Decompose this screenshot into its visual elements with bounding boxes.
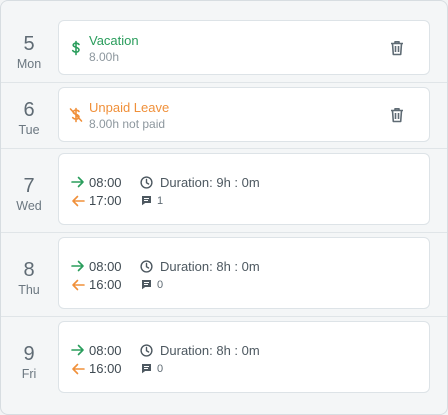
arrow-right-icon xyxy=(71,176,85,188)
arrow-right-icon xyxy=(71,260,85,272)
day-number: 6 xyxy=(23,99,35,121)
date-cell: 8 Thu xyxy=(1,259,57,298)
day-number: 9 xyxy=(23,343,35,365)
clock-in-time: 08:00 xyxy=(89,259,122,274)
arrow-left-icon xyxy=(71,363,85,375)
day-row-wed: 7 Wed 08:00 17:00 Duration: 9h : 0m 1 xyxy=(1,149,447,233)
comment-count: 0 xyxy=(157,279,164,291)
absence-card[interactable]: Vacation 8.00h xyxy=(58,20,430,75)
trash-icon[interactable] xyxy=(390,40,404,56)
date-cell: 5 Mon xyxy=(1,33,57,72)
trash-icon[interactable] xyxy=(390,107,404,123)
dollar-off-icon xyxy=(69,107,83,123)
duration-text: Duration: 9h : 0m xyxy=(160,175,260,190)
clock-icon xyxy=(140,260,153,273)
comment-count: 1 xyxy=(157,195,164,207)
arrow-left-icon xyxy=(71,195,85,207)
day-row-tue: 6 Tue Unpaid Leave 8.00h not paid xyxy=(1,83,447,149)
absence-label: Unpaid Leave xyxy=(89,100,170,115)
work-card[interactable]: 08:00 16:00 Duration: 8h : 0m 0 xyxy=(58,237,430,309)
comment-icon[interactable] xyxy=(141,279,152,290)
day-row-thu: 8 Thu 08:00 16:00 Duration: 8h : 0m 0 xyxy=(1,233,447,317)
clock-icon xyxy=(140,176,153,189)
day-name: Mon xyxy=(16,57,42,71)
comment-count: 0 xyxy=(157,363,164,375)
absence-card[interactable]: Unpaid Leave 8.00h not paid xyxy=(58,87,430,142)
day-row-mon: 5 Mon Vacation 8.00h xyxy=(1,1,447,83)
clock-out-time: 16:00 xyxy=(89,361,122,376)
absence-detail: 8.00h xyxy=(89,50,120,64)
day-name: Thu xyxy=(18,283,40,297)
dollar-icon xyxy=(69,40,83,56)
absence-detail: 8.00h not paid xyxy=(89,117,166,131)
day-number: 8 xyxy=(23,259,35,281)
arrow-right-icon xyxy=(71,344,85,356)
arrow-left-icon xyxy=(71,279,85,291)
day-name: Wed xyxy=(16,199,42,213)
day-row-fri: 9 Fri 08:00 16:00 Duration: 8h : 0m 0 xyxy=(1,317,447,414)
day-number: 7 xyxy=(23,175,35,197)
clock-in-time: 08:00 xyxy=(89,175,122,190)
clock-out-time: 17:00 xyxy=(89,193,122,208)
clock-in-time: 08:00 xyxy=(89,343,122,358)
date-cell: 6 Tue xyxy=(1,99,57,138)
clock-out-time: 16:00 xyxy=(89,277,122,292)
duration-text: Duration: 8h : 0m xyxy=(160,259,260,274)
date-cell: 7 Wed xyxy=(1,175,57,214)
duration-text: Duration: 8h : 0m xyxy=(160,343,260,358)
work-card[interactable]: 08:00 17:00 Duration: 9h : 0m 1 xyxy=(58,153,430,225)
clock-icon xyxy=(140,344,153,357)
comment-icon[interactable] xyxy=(141,363,152,374)
day-name: Tue xyxy=(18,123,40,137)
timesheet-day-list: 5 Mon Vacation 8.00h 6 Tue Unpaid Leave … xyxy=(0,0,448,415)
comment-icon[interactable] xyxy=(141,195,152,206)
work-card[interactable]: 08:00 16:00 Duration: 8h : 0m 0 xyxy=(58,321,430,393)
day-number: 5 xyxy=(23,33,35,55)
absence-label: Vacation xyxy=(89,33,139,48)
day-name: Fri xyxy=(21,367,37,381)
date-cell: 9 Fri xyxy=(1,343,57,382)
